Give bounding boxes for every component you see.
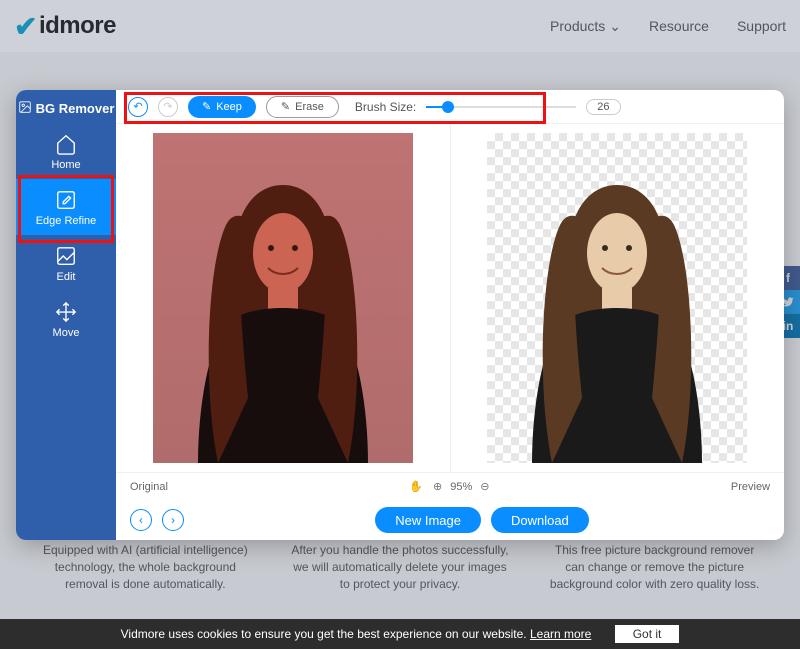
erase-label: Erase: [295, 101, 324, 113]
next-image-button[interactable]: ›: [162, 509, 184, 531]
new-image-button[interactable]: New Image: [375, 507, 481, 533]
cookie-accept-button[interactable]: Got it: [615, 625, 680, 643]
cookie-banner: Vidmore uses cookies to ensure you get t…: [0, 619, 800, 649]
sidebar-item-label: Home: [51, 159, 80, 171]
edit-square-icon: [16, 189, 116, 211]
move-icon: [16, 301, 116, 323]
app-title: BG Remover: [18, 100, 115, 117]
footer-bar: ‹ › New Image Download: [116, 500, 784, 540]
status-bar: Original ✋ ⊕ 95% ⊖ Preview: [116, 472, 784, 500]
person-figure: [502, 163, 732, 463]
brush-size-label: Brush Size:: [355, 100, 416, 114]
slider-thumb[interactable]: [442, 101, 454, 113]
original-photo: [153, 133, 413, 463]
main-panel: ↶ ↷ ✎ Keep ✎ Erase Brush Size: 26: [116, 90, 784, 540]
home-icon: [16, 133, 116, 155]
pan-hand-icon[interactable]: ✋: [409, 480, 423, 493]
brush-keep-icon: ✎: [202, 100, 211, 113]
preview-photo: [487, 133, 747, 463]
preview-pane[interactable]: [451, 124, 785, 472]
sidebar-item-move[interactable]: Move: [16, 291, 116, 347]
bg-remover-app: BG Remover Home Edge Refine Edit Move ↶ …: [16, 90, 784, 540]
zoom-controls: ⊕ 95% ⊖: [433, 480, 489, 493]
redo-button[interactable]: ↷: [158, 97, 178, 117]
sidebar-item-home[interactable]: Home: [16, 123, 116, 179]
brush-erase-icon: ✎: [281, 100, 290, 113]
toolbar: ↶ ↷ ✎ Keep ✎ Erase Brush Size: 26: [116, 90, 784, 124]
original-label: Original: [130, 481, 168, 493]
sidebar-item-edit[interactable]: Edit: [16, 235, 116, 291]
undo-button[interactable]: ↶: [128, 97, 148, 117]
keep-button[interactable]: ✎ Keep: [188, 96, 256, 118]
brush-size-slider[interactable]: [426, 100, 576, 114]
cookie-text: Vidmore uses cookies to ensure you get t…: [121, 627, 527, 641]
image-icon: [18, 100, 32, 117]
zoom-out-icon[interactable]: ⊖: [480, 480, 489, 493]
preview-label: Preview: [731, 481, 770, 493]
erase-button[interactable]: ✎ Erase: [266, 96, 339, 118]
sidebar-item-label: Edge Refine: [36, 215, 97, 227]
sidebar: BG Remover Home Edge Refine Edit Move: [16, 90, 116, 540]
original-pane[interactable]: [116, 124, 451, 472]
prev-image-button[interactable]: ‹: [130, 509, 152, 531]
keep-label: Keep: [216, 101, 242, 113]
download-button[interactable]: Download: [491, 507, 589, 533]
cookie-learn-more-link[interactable]: Learn more: [530, 627, 591, 641]
zoom-value: 95%: [450, 481, 472, 493]
sidebar-item-edge-refine[interactable]: Edge Refine: [16, 179, 116, 235]
zoom-in-icon[interactable]: ⊕: [433, 480, 442, 493]
canvas-area: [116, 124, 784, 472]
brush-size-value: 26: [586, 99, 620, 115]
sidebar-item-label: Move: [53, 327, 80, 339]
crop-icon: [16, 245, 116, 267]
keep-mask-overlay: [153, 133, 413, 463]
sidebar-item-label: Edit: [57, 271, 76, 283]
